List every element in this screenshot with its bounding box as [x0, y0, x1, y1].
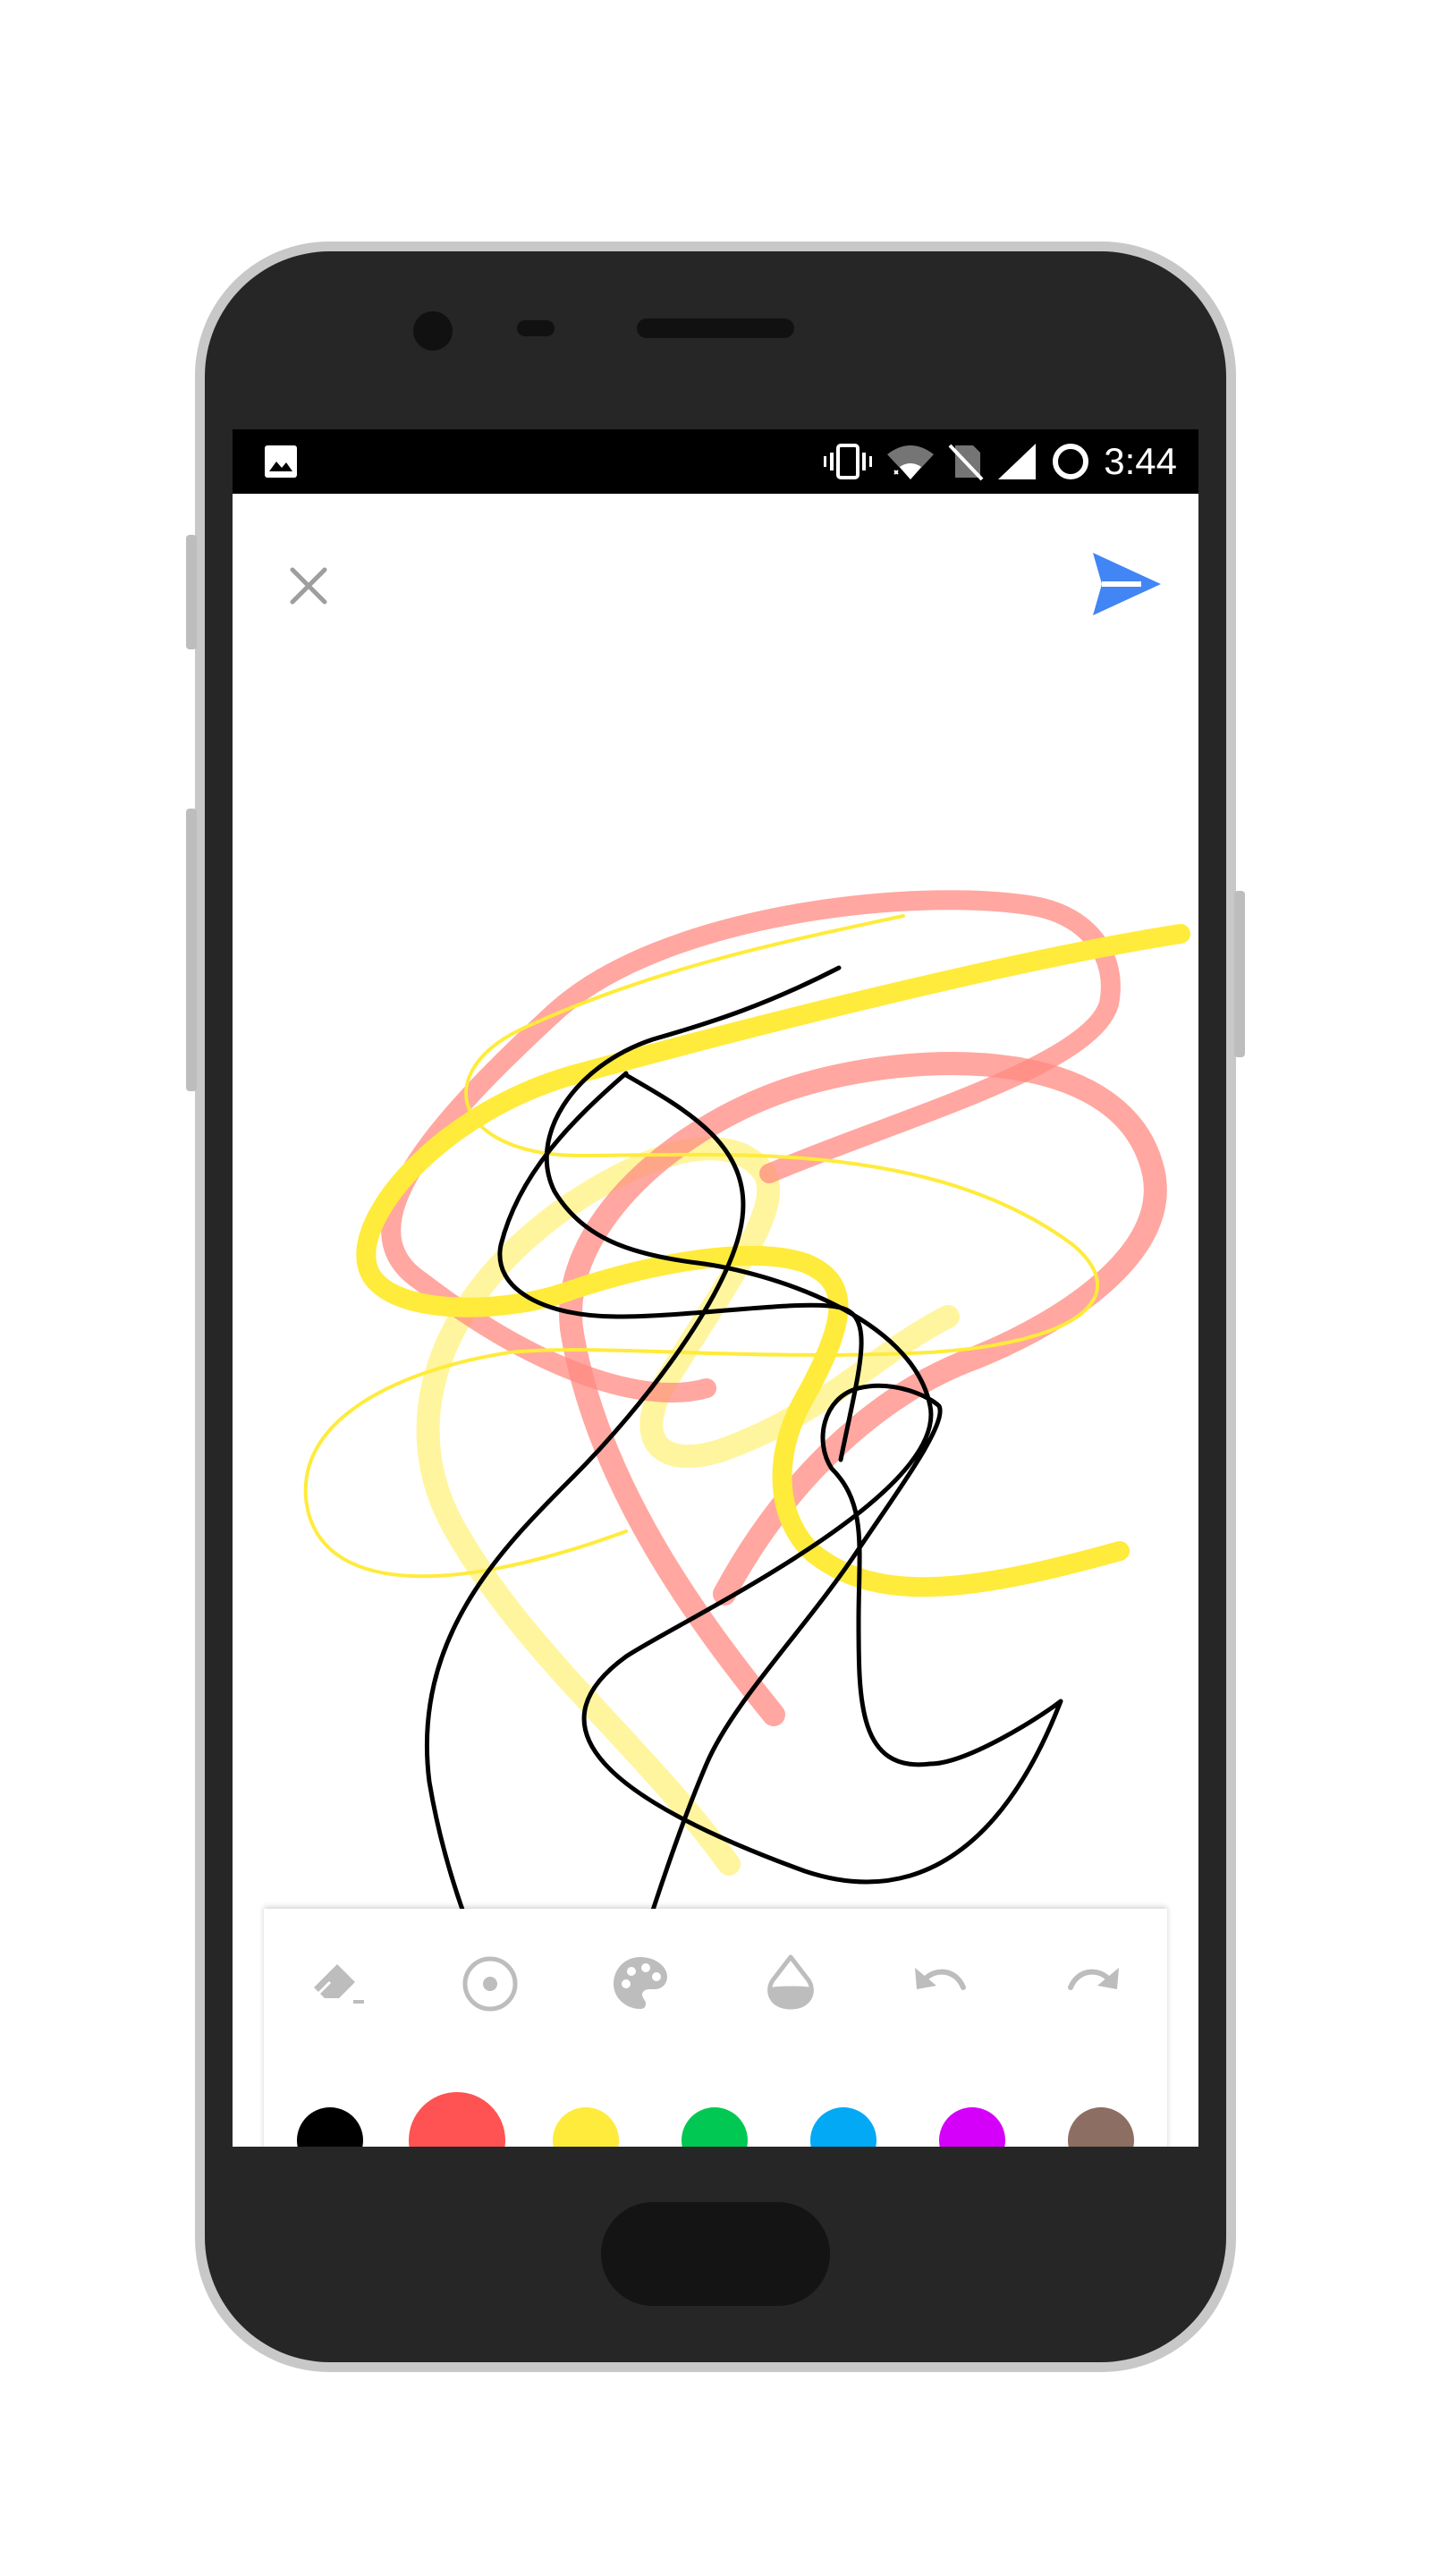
color-swatch-purple[interactable] — [939, 2107, 1005, 2147]
color-swatch-brown[interactable] — [1068, 2107, 1134, 2147]
color-swatch-yellow[interactable] — [553, 2107, 619, 2147]
earpiece-speaker — [637, 318, 794, 338]
status-time: 3:44 — [1104, 440, 1177, 482]
phone-screen: 3:44 — [233, 429, 1198, 2147]
gallery-icon — [265, 445, 297, 478]
stroke-yellow-bold-1 — [356, 924, 1190, 1597]
close-icon[interactable] — [277, 555, 340, 617]
eraser-icon[interactable] — [303, 1948, 375, 2020]
palette-icon[interactable] — [605, 1948, 676, 2020]
wifi-icon — [887, 445, 935, 479]
brush-size-icon[interactable] — [454, 1948, 526, 2020]
redo-icon[interactable] — [1056, 1948, 1128, 2020]
side-button-top — [186, 535, 197, 649]
drawing-strokes[interactable] — [233, 494, 1198, 2147]
signal-icon — [998, 444, 1037, 479]
no-sim-icon — [948, 444, 984, 481]
front-camera — [413, 311, 453, 351]
status-bar: 3:44 — [233, 429, 1198, 494]
side-button-volume — [186, 809, 197, 1091]
color-swatch-black[interactable] — [297, 2107, 363, 2147]
color-swatch-red[interactable] — [409, 2092, 505, 2147]
sync-icon — [1053, 444, 1089, 479]
opacity-icon[interactable] — [755, 1948, 826, 2020]
side-button-power — [1234, 891, 1245, 1057]
undo-icon[interactable] — [906, 1948, 978, 2020]
drawing-toolbar — [264, 1909, 1167, 2147]
drawing-canvas[interactable] — [233, 494, 1198, 2147]
home-button[interactable] — [601, 2202, 830, 2306]
proximity-sensor — [517, 320, 555, 336]
send-icon[interactable] — [1089, 549, 1164, 619]
color-swatch-green[interactable] — [682, 2107, 748, 2147]
color-swatch-blue[interactable] — [810, 2107, 876, 2147]
vibrate-icon — [824, 444, 873, 479]
